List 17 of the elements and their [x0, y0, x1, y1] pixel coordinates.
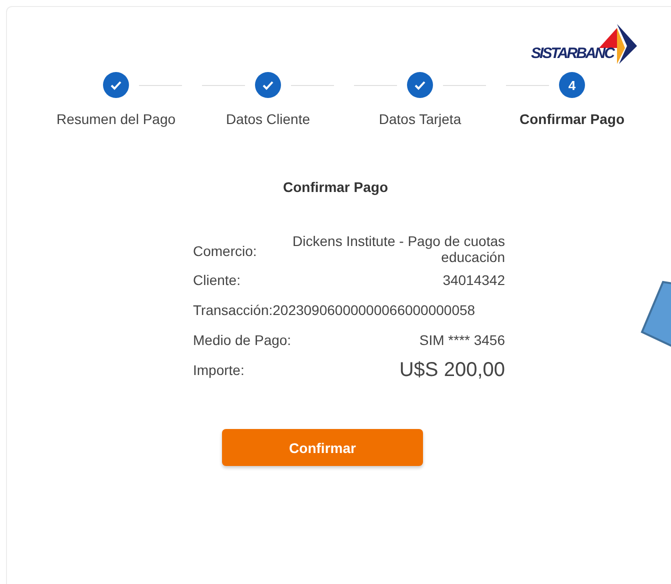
detail-label: Importe:: [193, 362, 244, 378]
detail-label: Medio de Pago:: [193, 332, 292, 348]
detail-label: Comercio:: [193, 243, 257, 259]
detail-value: SIM **** 3456: [419, 332, 505, 348]
step-label: Confirmar Pago: [519, 111, 624, 127]
confirm-button[interactable]: Confirmar: [222, 429, 423, 466]
detail-label: Transacción:: [193, 302, 273, 318]
section-title: Confirmar Pago: [282, 179, 388, 195]
detail-value: 20230906000000066000000058: [272, 302, 476, 318]
detail-value: 34014342: [442, 272, 505, 288]
step-label: Datos Cliente: [226, 111, 310, 127]
amount-value: U$S 200,00: [399, 358, 505, 382]
detail-label: Cliente:: [193, 272, 240, 288]
detail-value: Dickens Institute - Pago de cuotas educación: [292, 233, 505, 265]
logo: SISTARBANC: [529, 18, 647, 64]
step-label: Resumen del Pago: [56, 111, 176, 127]
step-label: Datos Tarjeta: [378, 111, 462, 127]
